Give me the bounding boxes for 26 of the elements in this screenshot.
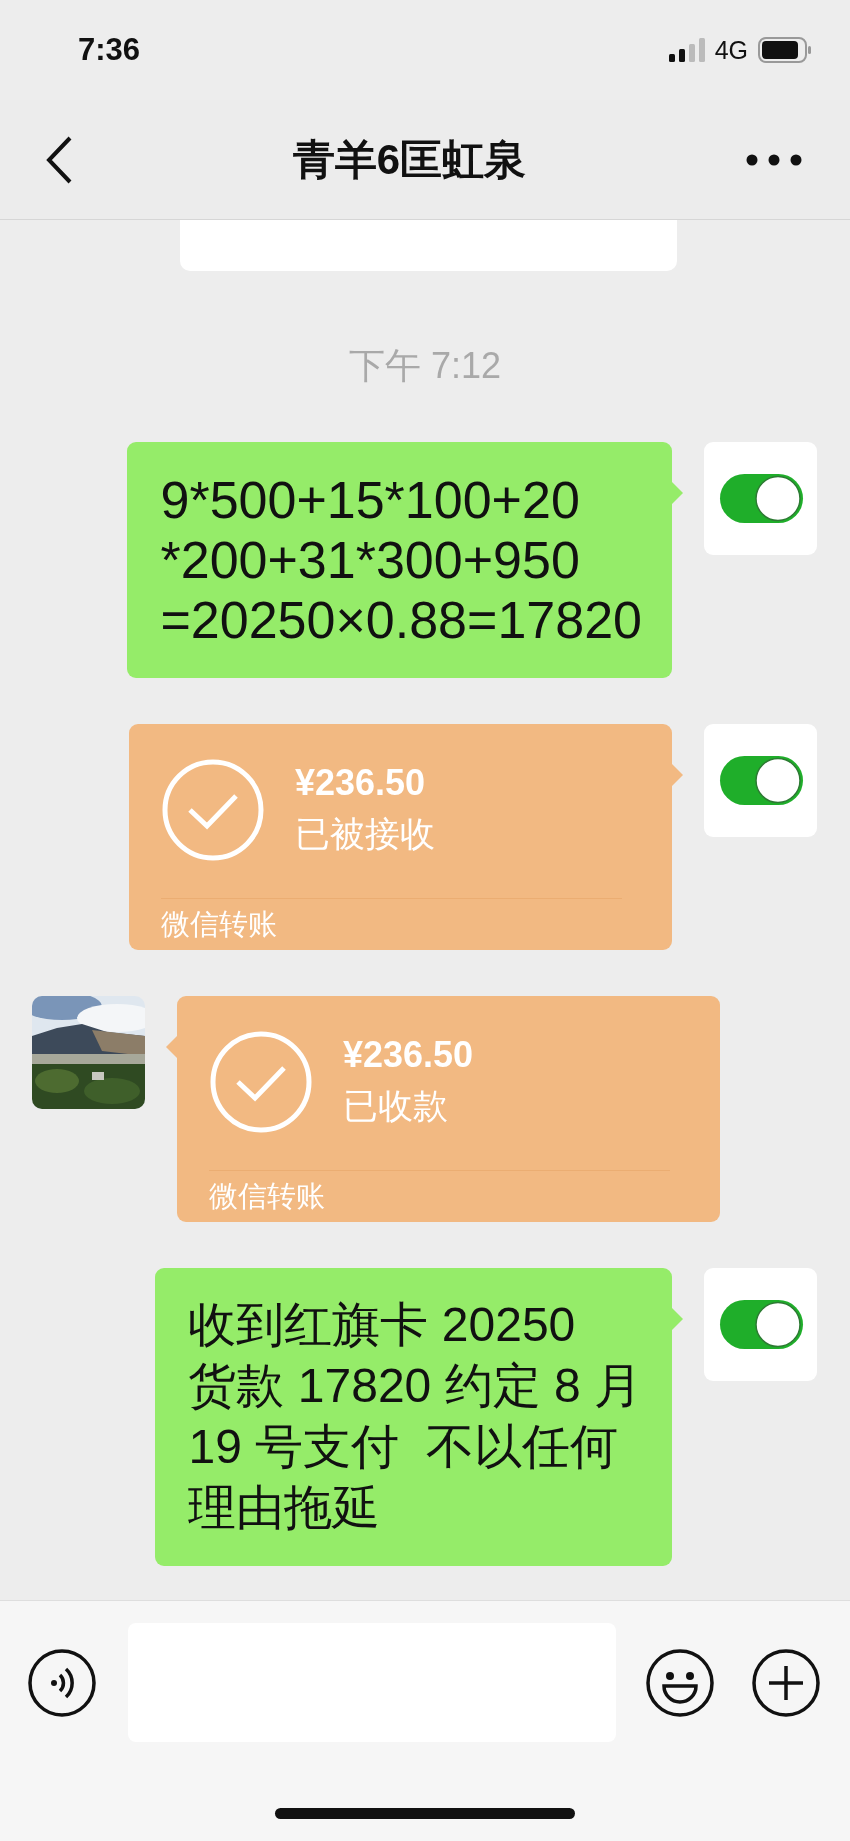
check-circle-icon (209, 1030, 313, 1134)
signal-icon (668, 38, 705, 62)
transfer-amount: ¥236.50 (295, 761, 427, 805)
check-circle-icon (161, 758, 265, 862)
transfer-status: 已被接收 (295, 813, 435, 855)
status-time: 7:36 (78, 32, 141, 68)
transfer-card[interactable]: ¥236.50 已被接收 微信转账 (129, 724, 672, 950)
transfer-label: 微信转账 (209, 1179, 326, 1214)
toggle-switch-avatar[interactable] (704, 1268, 817, 1381)
message-text: 收到红旗卡 20250 货款 17820 约定 8 月 19 号支付 不以任何 理由拖延 (188, 1297, 642, 1536)
voice-icon[interactable] (27, 1647, 97, 1718)
transfer-card[interactable]: ¥236.50 已收款 微信转账 (177, 996, 720, 1222)
more-icon[interactable] (746, 153, 802, 166)
add-icon[interactable] (751, 1647, 821, 1718)
chat-title: 青羊6匡虹泉 (292, 134, 527, 185)
transfer-status: 已收款 (343, 1085, 449, 1127)
toggle-switch-avatar[interactable] (704, 724, 817, 837)
emoji-icon[interactable] (645, 1647, 715, 1718)
timestamp: 下午 7:12 (348, 346, 502, 386)
network-type: 4G (714, 35, 748, 65)
transfer-amount: ¥236.50 (343, 1033, 474, 1077)
transfer-label: 微信转账 (161, 907, 278, 942)
back-icon[interactable] (45, 135, 73, 184)
toggle-switch-avatar[interactable] (704, 442, 817, 555)
message-text: 9*500+15*100+20 *200+31*300+950 =20250×0.88=17820 (160, 470, 642, 650)
battery-icon (758, 37, 812, 63)
